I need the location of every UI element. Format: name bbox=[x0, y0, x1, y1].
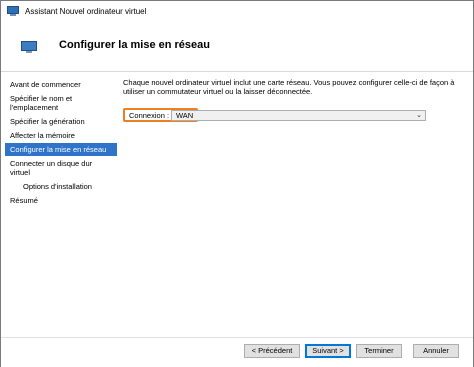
nav-item-resume[interactable]: Résumé bbox=[5, 194, 117, 207]
page-title: Configurer la mise en réseau bbox=[59, 39, 210, 51]
title-bar: Assistant Nouvel ordinateur virtuel bbox=[1, 1, 473, 21]
nav-item-reseau[interactable]: Configurer la mise en réseau bbox=[5, 143, 117, 156]
monitor-icon bbox=[7, 6, 19, 16]
nav-item-avant-de-commencer[interactable]: Avant de commencer bbox=[5, 78, 117, 91]
connection-value: WAN bbox=[176, 111, 194, 120]
wizard-window: Assistant Nouvel ordinateur virtuel Conf… bbox=[0, 0, 474, 367]
wizard-header: Configurer la mise en réseau bbox=[1, 21, 473, 72]
page-description: Chaque nouvel ordinateur virtuel inclut … bbox=[123, 78, 455, 96]
connection-row: Connexion : WAN ⌄ bbox=[123, 108, 427, 124]
wizard-footer: < Précédent Suivant > Terminer Annuler bbox=[1, 337, 473, 367]
nav-item-memoire[interactable]: Affecter la mémoire bbox=[5, 129, 117, 142]
wizard-nav: Avant de commencer Spécifier le nom et l… bbox=[5, 78, 117, 208]
nav-item-nom-emplacement[interactable]: Spécifier le nom et l'emplacement bbox=[5, 92, 117, 114]
finish-button[interactable]: Terminer bbox=[356, 344, 402, 358]
cancel-button[interactable]: Annuler bbox=[413, 344, 459, 358]
nav-item-disque-dur[interactable]: Connecter un disque dur virtuel bbox=[5, 157, 117, 179]
wizard-body: Avant de commencer Spécifier le nom et l… bbox=[1, 72, 473, 337]
nav-item-generation[interactable]: Spécifier la génération bbox=[5, 115, 117, 128]
previous-button[interactable]: < Précédent bbox=[244, 344, 300, 358]
next-button[interactable]: Suivant > bbox=[305, 344, 351, 358]
chevron-down-icon[interactable]: ⌄ bbox=[416, 111, 422, 120]
monitor-icon bbox=[21, 41, 37, 53]
connection-select[interactable]: WAN ⌄ bbox=[171, 110, 426, 121]
connection-label: Connexion : bbox=[129, 111, 170, 120]
wizard-content: Chaque nouvel ordinateur virtuel inclut … bbox=[123, 78, 463, 122]
nav-item-options-installation[interactable]: Options d'installation bbox=[5, 180, 117, 193]
window-title: Assistant Nouvel ordinateur virtuel bbox=[25, 6, 147, 16]
